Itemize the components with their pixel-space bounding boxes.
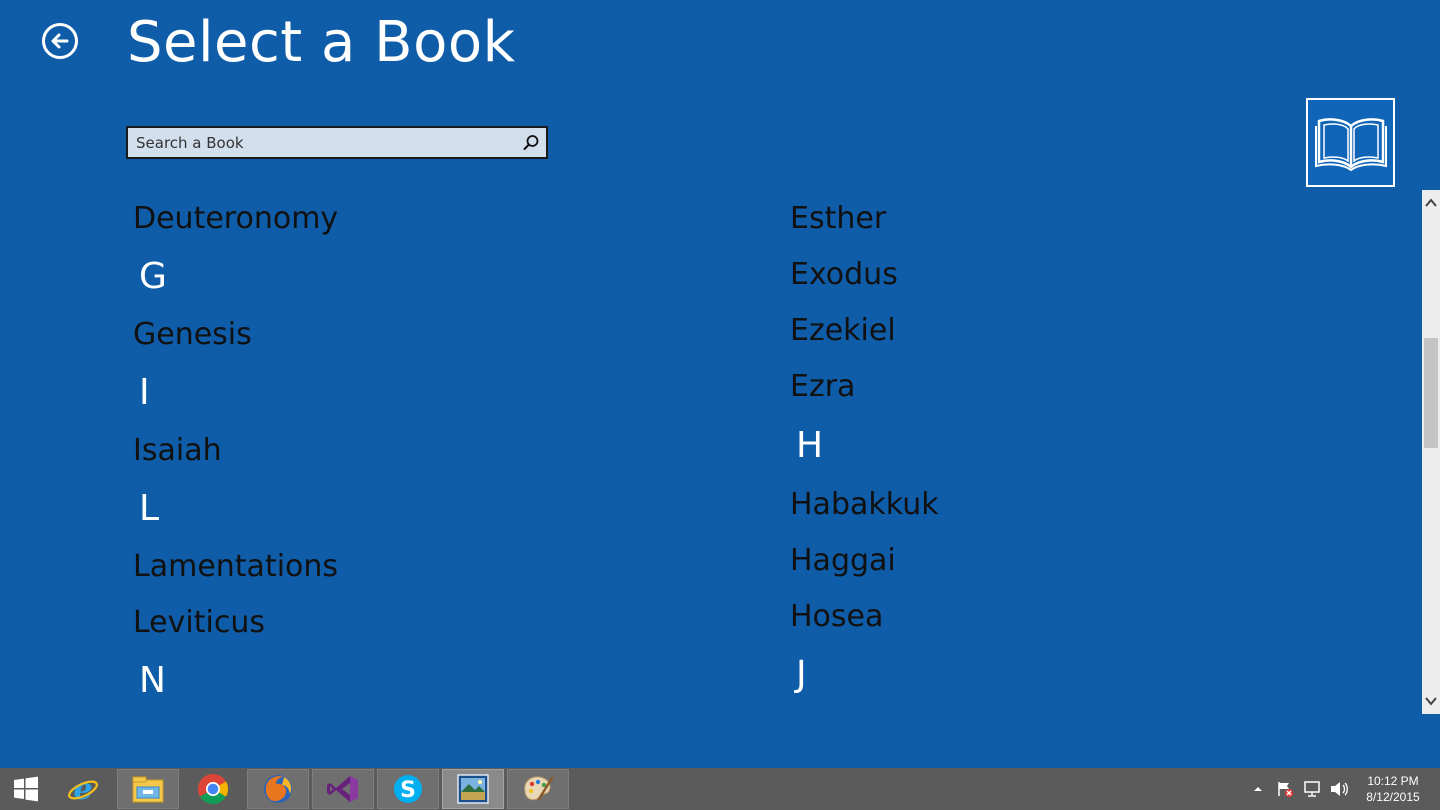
page-title: Select a Book bbox=[127, 10, 516, 75]
book-list-right-column: Esther Exodus Ezekiel Ezra H Habakkuk Ha… bbox=[790, 190, 939, 704]
scroll-up-arrow[interactable] bbox=[1422, 194, 1440, 212]
book-item[interactable]: Leviticus bbox=[133, 594, 338, 650]
tray-overflow-button[interactable] bbox=[1246, 777, 1270, 801]
network-icon bbox=[1304, 781, 1320, 797]
book-item[interactable]: Lamentations bbox=[133, 538, 338, 594]
flag-alert-icon bbox=[1278, 782, 1293, 797]
book-item[interactable]: Hosea bbox=[790, 588, 939, 644]
taskbar-app-firefox[interactable] bbox=[247, 769, 309, 809]
search-input[interactable] bbox=[128, 128, 516, 157]
tray-volume[interactable] bbox=[1327, 777, 1351, 801]
book-item[interactable]: Habakkuk bbox=[790, 476, 939, 532]
taskbar-app-file-explorer[interactable] bbox=[117, 769, 179, 809]
start-button[interactable] bbox=[0, 768, 52, 810]
vertical-scrollbar[interactable] bbox=[1422, 190, 1440, 714]
internet-explorer-icon: e bbox=[68, 772, 98, 806]
clock-date: 8/12/2015 bbox=[1366, 790, 1420, 804]
svg-text:S: S bbox=[400, 778, 416, 803]
book-item[interactable]: Haggai bbox=[790, 532, 939, 588]
speaker-icon bbox=[1331, 782, 1348, 796]
book-item[interactable]: Deuteronomy bbox=[133, 190, 338, 246]
book-item[interactable]: Ezekiel bbox=[790, 302, 939, 358]
chevron-down-icon bbox=[1425, 697, 1437, 706]
letter-header: N bbox=[139, 659, 166, 701]
visual-studio-icon bbox=[327, 776, 358, 802]
search-icon[interactable] bbox=[516, 128, 546, 158]
firefox-icon bbox=[264, 775, 292, 803]
taskbar-app-chrome[interactable] bbox=[182, 769, 244, 809]
system-tray: 10:12 PM 8/12/2015 bbox=[1246, 768, 1440, 810]
letter-header: I bbox=[139, 371, 150, 413]
taskbar-app-bible[interactable] bbox=[442, 769, 504, 809]
windows-logo-icon bbox=[14, 776, 38, 802]
arrow-left-icon bbox=[51, 33, 69, 49]
taskbar-app-skype[interactable]: S bbox=[377, 769, 439, 809]
skype-icon: S bbox=[394, 775, 422, 803]
back-button[interactable] bbox=[42, 23, 78, 59]
scroll-thumb[interactable] bbox=[1424, 338, 1438, 448]
tray-action-center[interactable] bbox=[1273, 777, 1297, 801]
book-item[interactable]: Exodus bbox=[790, 246, 939, 302]
letter-header: J bbox=[796, 653, 807, 695]
paint-icon bbox=[524, 776, 554, 801]
file-explorer-icon bbox=[132, 776, 164, 803]
letter-header: H bbox=[796, 424, 824, 466]
open-book-icon bbox=[1314, 117, 1387, 171]
taskbar-app-internet-explorer[interactable]: e bbox=[52, 769, 114, 809]
book-item[interactable]: Isaiah bbox=[133, 422, 338, 478]
clock-time: 10:12 PM bbox=[1367, 774, 1419, 788]
taskbar-clock[interactable]: 10:12 PM 8/12/2015 bbox=[1354, 773, 1440, 805]
letter-header: L bbox=[139, 487, 160, 529]
book-item[interactable]: Ezra bbox=[790, 358, 939, 414]
svg-text:e: e bbox=[73, 772, 92, 806]
chrome-icon bbox=[197, 774, 229, 805]
letter-header: G bbox=[139, 255, 167, 297]
app-logo bbox=[1306, 98, 1395, 187]
book-item[interactable]: Genesis bbox=[133, 306, 338, 362]
taskbar-app-visual-studio[interactable] bbox=[312, 769, 374, 809]
search-box bbox=[126, 126, 548, 159]
book-list-left-column: Deuteronomy G Genesis I Isaiah L Lamenta… bbox=[133, 190, 338, 710]
scroll-down-arrow[interactable] bbox=[1422, 692, 1440, 710]
taskbar: e S 10:12 PM 8/12/2015 bbox=[0, 768, 1440, 810]
bible-app-icon bbox=[457, 774, 489, 804]
taskbar-app-paint[interactable] bbox=[507, 769, 569, 809]
chevron-up-icon bbox=[1254, 787, 1262, 791]
chevron-up-icon bbox=[1425, 198, 1437, 207]
book-item[interactable]: Esther bbox=[790, 190, 939, 246]
tray-network[interactable] bbox=[1300, 777, 1324, 801]
